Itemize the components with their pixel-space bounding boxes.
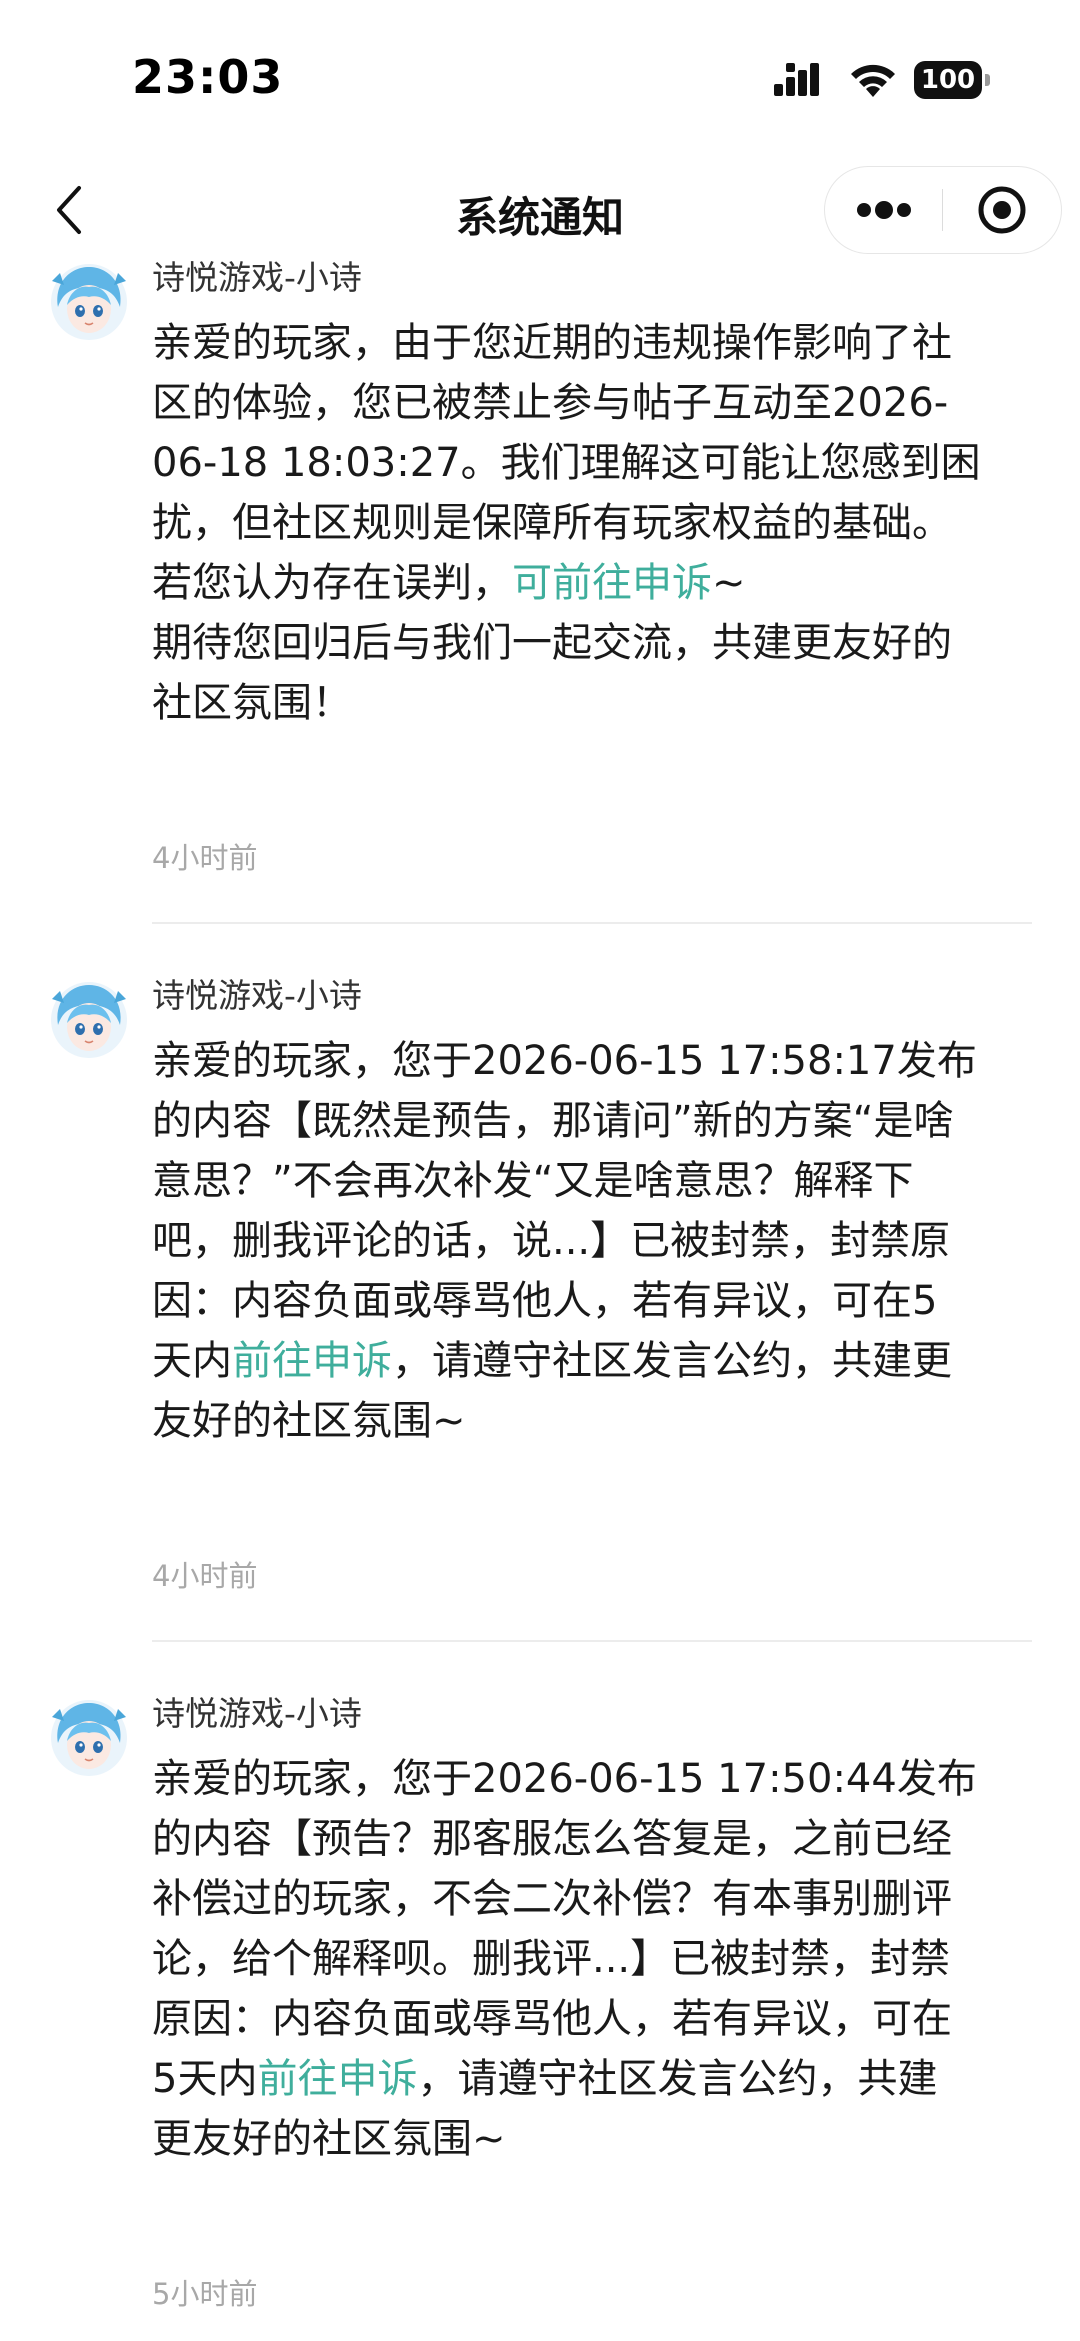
message-line: 补偿过的玩家，不会二次补偿？有本事别删评 [152,1876,952,1922]
message-line: 06-18 18:03:27。我们理解这可能让您感到困 [152,440,981,486]
message-line: 亲爱的玩家，您于2026-06-15 17:50:44发布 [152,1756,977,1802]
message-line: 期待您回归后与我们一起交流，共建更友好的 [152,620,952,666]
battery-cap [985,74,990,86]
message-body: 亲爱的玩家，您于2026-06-15 17:50:44发布 的内容【预告？那客服… [152,1749,1042,2169]
signal-icon [774,63,819,96]
message-time: 4小时前 [152,1559,258,1593]
nav-bar: 系统通知 [0,160,1080,260]
link-prefix: 天内 [152,1338,232,1384]
close-mini-program-icon [978,186,1025,234]
message-line: 5天内前往申诉，请遵守社区发言公约，共建 [152,2049,1042,2109]
avatar [51,264,127,340]
appeal-link[interactable]: 前往申诉 [257,2056,417,2102]
close-mini-program-button[interactable] [943,167,1060,253]
status-icons: 100 [774,58,990,102]
message-line: 意思？”不会再次补发“又是啥意思？解释下 [152,1158,914,1204]
link-prefix: 5天内 [152,2056,258,2102]
message-line: 若您认为存在误判，可前往申诉~ [152,553,1042,613]
message-time: 5小时前 [152,2277,258,2311]
message-line: 论，给个解释呗。删我评...】已被封禁，封禁 [152,1936,951,1982]
message-line: 更友好的社区氛围~ [152,2116,506,2162]
message-line: 扰，但社区规则是保障所有玩家权益的基础。 [152,500,952,546]
avatar [51,982,127,1058]
appeal-link[interactable]: 可前往申诉 [512,560,712,606]
message-line: 社区氛围！ [152,680,352,726]
message-body: 亲爱的玩家，由于您近期的违规操作影响了社 区的体验，您已被禁止参与帖子互动至20… [152,313,1042,733]
status-bar: 23:03 100 [0,0,1080,150]
message-line: 原因：内容负面或辱骂他人，若有异议，可在 [152,1996,952,2042]
appeal-suffix: ~ [712,560,746,606]
message-line: 亲爱的玩家，您于2026-06-15 17:58:17发布 [152,1038,977,1084]
message-time: 4小时前 [152,841,258,875]
link-suffix: ，请遵守社区发言公约，共建更 [392,1338,952,1384]
message-line: 吧，删我评论的话，说...】已被封禁，封禁原 [152,1218,951,1264]
appeal-link[interactable]: 前往申诉 [232,1338,392,1384]
status-time: 23:03 [132,50,284,104]
sender-name: 诗悦游戏-小诗 [152,1694,362,1733]
sender-name: 诗悦游戏-小诗 [152,258,362,297]
mini-program-capsule [824,166,1062,254]
avatar [51,1700,127,1776]
battery-level: 100 [914,61,982,99]
divider [152,1640,1032,1642]
screen: 23:03 100 系统通知 诗悦游戏-小诗 亲爱的玩家，由于您近期的违规操作影… [0,0,1080,2341]
battery-icon: 100 [914,61,990,99]
message-line: 友好的社区氛围~ [152,1398,466,1444]
message-line: 亲爱的玩家，由于您近期的违规操作影响了社 [152,320,952,366]
message-line: 因：内容负面或辱骂他人，若有异议，可在5 [152,1278,938,1324]
link-suffix: ，请遵守社区发言公约，共建 [417,2056,938,2102]
appeal-prefix: 若您认为存在误判， [152,560,512,606]
divider [152,922,1032,924]
message-line: 区的体验，您已被禁止参与帖子互动至2026- [152,380,949,426]
sender-name: 诗悦游戏-小诗 [152,976,362,1015]
wifi-icon [851,64,895,97]
more-button[interactable] [825,167,942,253]
message-line: 的内容【既然是预告，那请问”新的方案“是啥 [152,1098,954,1144]
message-body: 亲爱的玩家，您于2026-06-15 17:58:17发布 的内容【既然是预告，… [152,1031,1042,1451]
more-icon [856,201,911,219]
message-line: 的内容【预告？那客服怎么答复是，之前已经 [152,1816,952,1862]
message-line: 天内前往申诉，请遵守社区发言公约，共建更 [152,1331,1042,1391]
